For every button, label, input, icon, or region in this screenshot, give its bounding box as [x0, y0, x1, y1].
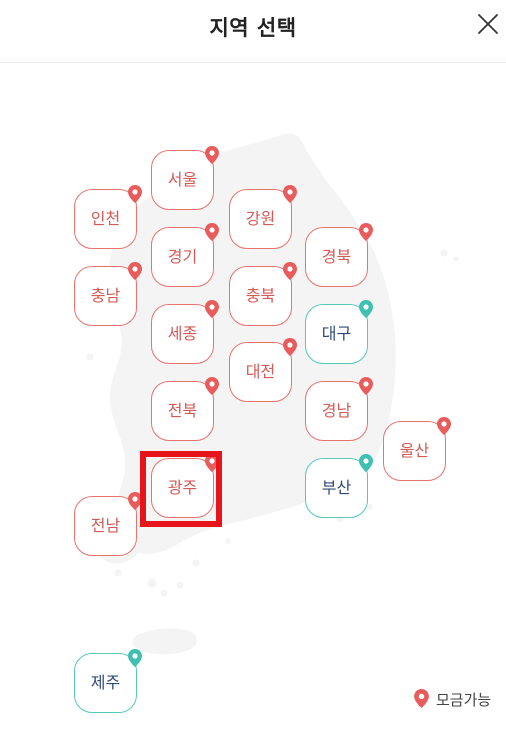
region-label: 인천	[90, 209, 121, 228]
legend-label: 모금가능	[436, 691, 492, 709]
region-jeju[interactable]: 제주	[74, 649, 142, 713]
region-label: 전북	[167, 401, 198, 420]
region-label: 경기	[167, 247, 198, 266]
region-label: 서울	[167, 170, 198, 189]
close-button[interactable]	[474, 10, 502, 38]
region-jeonbuk[interactable]: 전북	[151, 377, 219, 441]
region-gyeonggi[interactable]: 경기	[151, 223, 219, 287]
map-pin-icon	[359, 300, 373, 318]
region-gangwon[interactable]: 강원	[229, 185, 297, 249]
region-daejeon[interactable]: 대전	[229, 338, 297, 402]
close-icon	[478, 14, 498, 34]
region-jeonnam[interactable]: 전남	[74, 492, 142, 556]
map-pin-icon	[283, 185, 297, 203]
region-chungbuk[interactable]: 충북	[229, 262, 297, 326]
map-pin-icon	[128, 262, 142, 280]
region-label: 대구	[321, 324, 352, 343]
region-label: 광주	[167, 478, 198, 497]
map-pin-icon	[205, 377, 219, 395]
map-pin-icon	[128, 185, 142, 203]
region-gyeongbuk[interactable]: 경북	[305, 223, 373, 287]
region-daegu[interactable]: 대구	[305, 300, 373, 364]
page-title: 지역 선택	[209, 16, 297, 40]
region-label: 충북	[245, 286, 276, 305]
map-pin-icon	[359, 223, 373, 241]
region-label: 충남	[90, 286, 121, 305]
region-label: 경남	[321, 401, 352, 420]
map-pin-icon	[283, 262, 297, 280]
map-pin-icon	[205, 223, 219, 241]
region-label: 대전	[245, 362, 276, 381]
region-label: 강원	[245, 209, 276, 228]
map-pin-icon	[414, 689, 429, 708]
region-sejong[interactable]: 세종	[151, 300, 219, 364]
region-chungnam[interactable]: 충남	[74, 262, 142, 326]
region-busan[interactable]: 부산	[305, 454, 373, 518]
region-map: 서울 인천 강원 경기 경북 충남 충북 세종 대구 대전 전북 경남 울산 광…	[0, 63, 506, 733]
map-pin-icon	[205, 454, 219, 472]
region-gwangju[interactable]: 광주	[151, 454, 219, 518]
map-pin-icon	[359, 377, 373, 395]
region-select-screen: 지역 선택 서울 인천 강원 경기 경북 충남 충북 세종 대구 대전 전북 경…	[0, 0, 506, 733]
map-pin-icon	[437, 417, 451, 435]
header-bar: 지역 선택	[0, 0, 506, 63]
map-pin-icon	[359, 454, 373, 472]
region-label: 경북	[321, 247, 352, 266]
region-ulsan[interactable]: 울산	[383, 417, 451, 481]
map-pin-icon	[283, 338, 297, 356]
region-label: 제주	[90, 673, 121, 692]
map-pin-icon	[128, 649, 142, 667]
region-label: 세종	[167, 324, 198, 343]
region-label: 울산	[399, 441, 430, 460]
region-label: 전남	[90, 516, 121, 535]
region-label: 부산	[321, 478, 352, 497]
map-pin-icon	[205, 300, 219, 318]
map-pin-icon	[205, 146, 219, 164]
region-gyeongnam[interactable]: 경남	[305, 377, 373, 441]
map-pin-icon	[128, 492, 142, 510]
region-seoul[interactable]: 서울	[151, 146, 219, 210]
region-incheon[interactable]: 인천	[74, 185, 142, 249]
